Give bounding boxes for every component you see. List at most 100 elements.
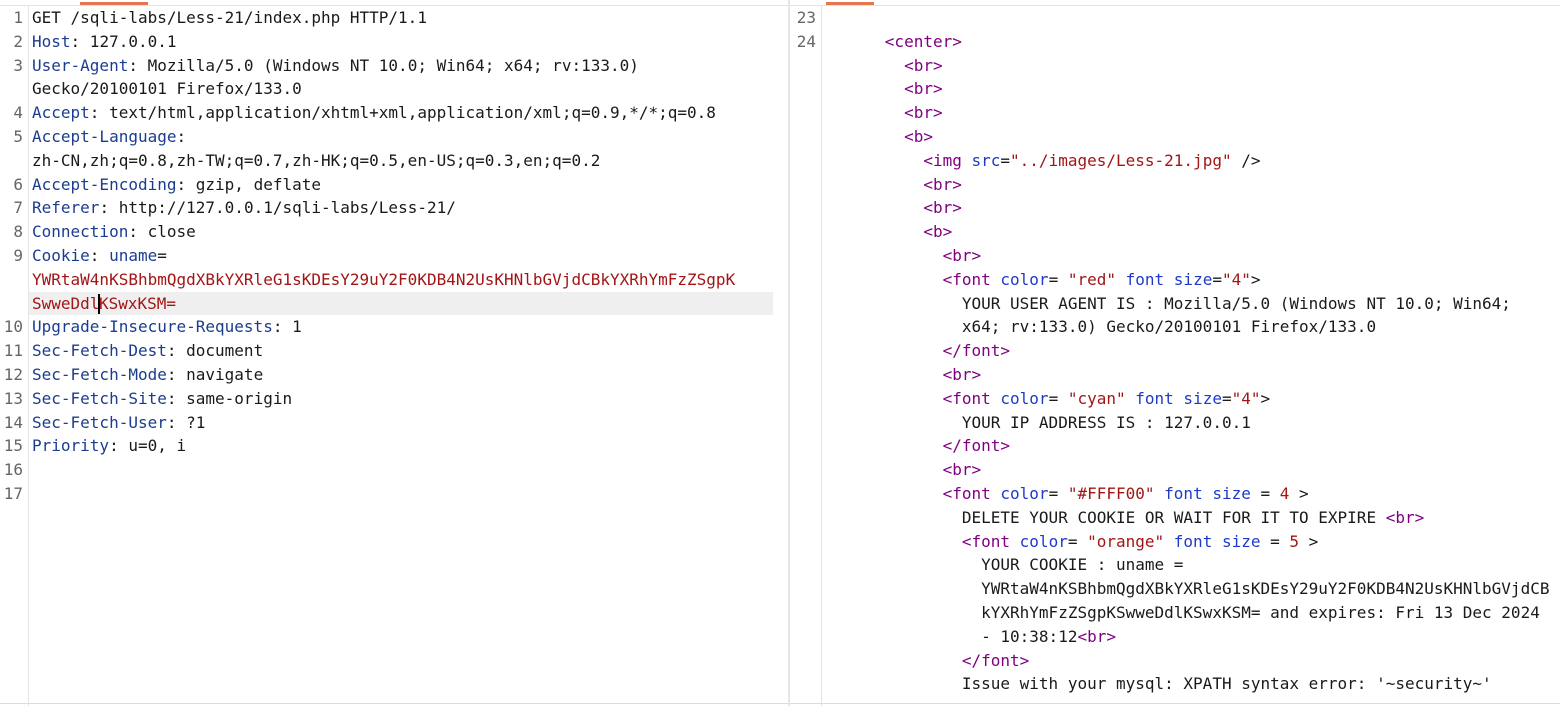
response-line: <font color= "orange" font size = 5 > <box>790 530 1560 554</box>
request-editor[interactable]: 1 GET /sqli-labs/Less-21/index.php HTTP/1… <box>0 0 788 706</box>
request-line[interactable]: 17 <box>0 482 788 506</box>
line-text: Sec-Fetch-Site: same-origin <box>32 387 292 411</box>
request-line[interactable]: 7 Referer: http://127.0.0.1/sqli-labs/Les… <box>0 196 788 220</box>
html-token: "cyan" <box>1067 388 1126 408</box>
header-name: Sec-Fetch-Site <box>32 388 167 408</box>
line-text: <font color= "red" font size="4"> <box>827 268 1261 292</box>
line-text: Accept-Language: <box>32 125 186 149</box>
html-token: "4" <box>1231 388 1261 408</box>
line-number: 11 <box>3 341 23 361</box>
html-token <box>827 79 904 98</box>
html-token <box>827 436 943 455</box>
html-token <box>827 484 943 503</box>
html-token: font size <box>1116 269 1213 289</box>
header-colon: : <box>109 436 119 456</box>
line-text: Connection: close <box>32 220 196 244</box>
request-line[interactable]: 14 Sec-Fetch-User: ?1 <box>0 411 788 435</box>
request-line[interactable]: 1 GET /sqli-labs/Less-21/index.php HTTP/1… <box>0 6 788 30</box>
request-bottom-rule <box>0 703 788 704</box>
request-line[interactable]: Gecko/20100101 Firefox/133.0 <box>0 77 788 101</box>
html-token: <img <box>923 150 962 170</box>
response-code[interactable]: 23 24 <center> <br> <br> <br> <b> <img sr… <box>790 6 1560 696</box>
request-line[interactable]: 6 Accept-Encoding: gzip, deflate <box>0 173 788 197</box>
request-line[interactable]: 4 Accept: text/html,application/xhtml+xml… <box>0 101 788 125</box>
line-number: 17 <box>3 483 23 503</box>
request-line[interactable]: 9 Cookie: uname= <box>0 244 788 268</box>
request-line[interactable]: 13 Sec-Fetch-Site: same-origin <box>0 387 788 411</box>
html-token: <br> <box>942 364 982 384</box>
header-name: Sec-Fetch-Mode <box>32 364 167 384</box>
request-line[interactable]: 8 Connection: close <box>0 220 788 244</box>
html-token: <br> <box>1077 626 1116 646</box>
html-token: DELETE YOUR COOKIE OR WAIT FOR IT TO EXP… <box>827 507 1386 527</box>
request-line[interactable]: 3 User-Agent: Mozilla/5.0 (Windows NT 10.… <box>0 54 788 78</box>
line-text: <br> <box>827 458 982 482</box>
html-token: <br> <box>904 79 943 99</box>
request-line[interactable]: zh-CN,zh;q=0.8,zh-TW;q=0.7,zh-HK;q=0.5,e… <box>0 149 788 173</box>
response-line: Issue with your mysql: XPATH syntax erro… <box>790 672 1560 696</box>
html-token: <b> <box>904 126 933 146</box>
header-value: ?1 <box>176 412 206 432</box>
request-line[interactable]: 2 Host: 127.0.0.1 <box>0 30 788 54</box>
cookie-value: KSwxKSM= <box>98 293 176 313</box>
html-token: font size <box>1164 531 1261 551</box>
response-line: - 10:38:12<br> <box>790 625 1560 649</box>
header-name: Sec-Fetch-Dest <box>32 341 167 361</box>
html-token <box>827 365 943 384</box>
header-name: Priority <box>32 436 110 456</box>
line-text: <font color= "cyan" font size="4"> <box>827 387 1271 411</box>
header-colon: : <box>70 31 81 51</box>
response-line: kYXRhYmFzZSgpKSwweDdlKSwxKSM= and expire… <box>790 601 1560 625</box>
html-token: - 10:38:12 <box>827 626 1078 646</box>
html-token: font size <box>1154 483 1251 503</box>
line-number: 9 <box>13 245 23 265</box>
response-editor[interactable]: 23 24 <center> <br> <br> <br> <b> <img sr… <box>790 0 1560 706</box>
cookie-value: YWRtaW4nKSBhbmQgdXBkYXRleG1sKDEsY29uY2F0… <box>32 269 736 289</box>
header-name: Accept-Encoding <box>32 174 177 194</box>
response-line: <br> <box>790 101 1560 125</box>
html-token <box>827 103 904 122</box>
line-number: 15 <box>3 436 23 456</box>
response-line: </font> <box>790 434 1560 458</box>
header-colon: : <box>176 174 187 194</box>
response-line: 23 <box>790 6 1560 30</box>
request-line[interactable]: 10 Upgrade-Insecure-Requests: 1 <box>0 315 788 339</box>
html-token: <font <box>961 531 1011 551</box>
html-token: > <box>1260 388 1271 408</box>
html-token: = <box>1048 269 1068 289</box>
line-text: x64; rv:133.0) Gecko/20100101 Firefox/13… <box>827 315 1376 339</box>
html-token <box>827 56 904 75</box>
line-text: Issue with your mysql: XPATH syntax erro… <box>827 672 1492 696</box>
line-number: 16 <box>3 460 23 480</box>
line-text: SwweDdlKSwxKSM= <box>32 292 176 316</box>
line-text: YWRtaW4nKSBhbmQgdXBkYXRleG1sKDEsY29uY2F0… <box>32 268 735 292</box>
html-token: <br> <box>942 460 982 480</box>
line-text: Priority: u=0, i <box>32 434 186 458</box>
html-token: <br> <box>942 245 982 265</box>
request-line[interactable]: 12 Sec-Fetch-Mode: navigate <box>0 363 788 387</box>
response-line: <br> <box>790 54 1560 78</box>
request-line[interactable]: 16 <box>0 458 788 482</box>
html-token: "red" <box>1067 269 1116 289</box>
line-text: Cookie: uname= <box>32 244 167 268</box>
request-line[interactable]: 5 Accept-Language: <box>0 125 788 149</box>
request-line[interactable]: YWRtaW4nKSBhbmQgdXBkYXRleG1sKDEsY29uY2F0… <box>0 268 788 292</box>
request-line[interactable]: SwweDdlKSwxKSM= <box>0 291 788 316</box>
line-number: 1 <box>13 8 23 27</box>
html-token: <br> <box>904 55 943 75</box>
request-code[interactable]: 1 GET /sqli-labs/Less-21/index.php HTTP/1… <box>0 6 788 506</box>
line-text: Referer: http://127.0.0.1/sqli-labs/Less… <box>32 196 456 220</box>
html-token: <br> <box>1385 507 1425 527</box>
header-value: Mozilla/5.0 (Windows NT 10.0; Win64; x64… <box>137 55 639 75</box>
html-token: "../images/Less-21.jpg" <box>1010 150 1232 170</box>
line-number: 24 <box>796 31 816 51</box>
response-line: YOUR COOKIE : uname = <box>790 553 1560 577</box>
line-number: 23 <box>796 8 816 27</box>
html-token: <br> <box>904 103 943 123</box>
html-token: <center> <box>884 31 962 51</box>
request-line[interactable]: 15 Priority: u=0, i <box>0 434 788 458</box>
request-line[interactable]: 11 Sec-Fetch-Dest: document <box>0 339 788 363</box>
html-token <box>827 222 923 241</box>
response-line: YOUR IP ADDRESS IS : 127.0.0.1 <box>790 411 1560 435</box>
header-value: close <box>137 222 196 242</box>
